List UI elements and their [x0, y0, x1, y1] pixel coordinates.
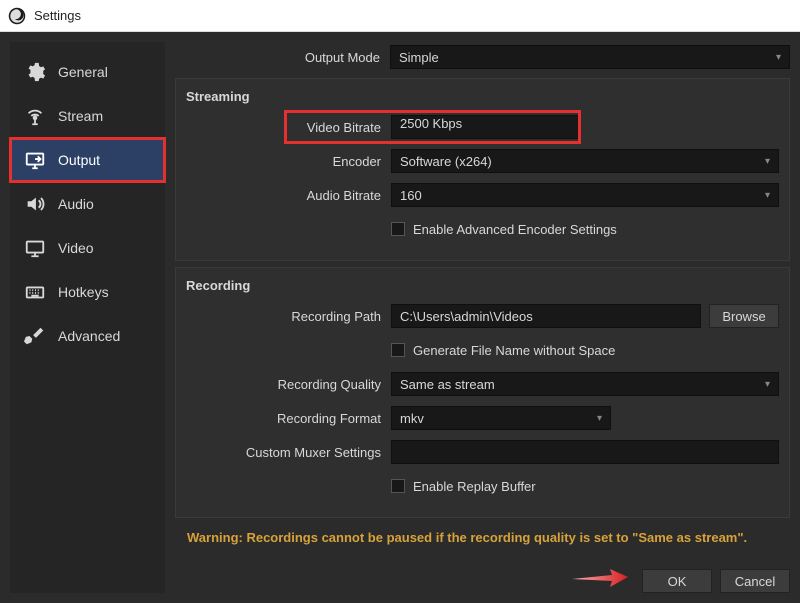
output-mode-value: Simple [399, 50, 439, 65]
warning-text: Warning: Recordings cannot be paused if … [175, 518, 790, 545]
sidebar-item-hotkeys[interactable]: Hotkeys [10, 270, 165, 314]
chevron-down-icon: ▾ [776, 52, 781, 63]
video-bitrate-input[interactable]: 2500 Kbps [391, 115, 579, 139]
main-panel: Output Mode Simple ▾ Streaming Video Bit… [175, 42, 790, 593]
sidebar-item-advanced[interactable]: Advanced [10, 314, 165, 358]
sidebar-item-label: Output [58, 152, 100, 168]
enable-advanced-label: Enable Advanced Encoder Settings [413, 222, 617, 237]
chevron-down-icon: ▾ [765, 379, 770, 390]
recording-path-row: Recording Path Browse [176, 301, 779, 331]
streaming-group: Streaming Video Bitrate 2500 Kbps Encode… [175, 78, 790, 261]
encoder-select[interactable]: Software (x264) ▾ [391, 149, 779, 173]
workspace: General Stream Output Audio Video [0, 32, 800, 603]
recording-format-label: Recording Format [176, 411, 391, 426]
antenna-icon [24, 105, 46, 127]
sidebar-item-label: General [58, 64, 108, 80]
sidebar-item-audio[interactable]: Audio [10, 182, 165, 226]
encoder-value: Software (x264) [400, 154, 492, 169]
monitor-icon [24, 237, 46, 259]
gen-filename-row: Generate File Name without Space [176, 335, 779, 365]
window-title: Settings [34, 8, 81, 23]
sidebar: General Stream Output Audio Video [10, 42, 165, 593]
audio-bitrate-row: Audio Bitrate 160 ▾ [176, 180, 779, 210]
chevron-down-icon: ▾ [765, 156, 770, 167]
sidebar-item-label: Audio [58, 196, 94, 212]
ok-button[interactable]: OK [642, 569, 712, 593]
muxer-input[interactable] [391, 440, 779, 464]
gen-filename-checkbox[interactable] [391, 343, 405, 357]
gear-icon [24, 61, 46, 83]
replay-checkbox[interactable] [391, 479, 405, 493]
chevron-down-icon: ▾ [765, 190, 770, 201]
recording-group: Recording Recording Path Browse Generat [175, 267, 790, 518]
tools-icon [24, 325, 46, 347]
encoder-row: Encoder Software (x264) ▾ [176, 146, 779, 176]
replay-label: Enable Replay Buffer [413, 479, 536, 494]
sidebar-item-output[interactable]: Output [10, 138, 165, 182]
sidebar-item-stream[interactable]: Stream [10, 94, 165, 138]
gen-filename-label: Generate File Name without Space [413, 343, 615, 358]
chevron-down-icon: ▾ [597, 413, 602, 424]
sidebar-item-label: Advanced [58, 328, 120, 344]
obs-app-icon [8, 7, 26, 25]
recording-format-row: Recording Format mkv ▾ [176, 403, 779, 433]
recording-path-label: Recording Path [176, 309, 391, 324]
video-bitrate-highlight: Video Bitrate 2500 Kbps [286, 112, 579, 142]
titlebar: Settings [0, 0, 800, 32]
output-mode-row: Output Mode Simple ▾ [175, 42, 790, 72]
sidebar-item-general[interactable]: General [10, 50, 165, 94]
audio-bitrate-select[interactable]: 160 ▾ [391, 183, 779, 207]
recording-path-input[interactable] [391, 304, 701, 328]
content: Output Mode Simple ▾ Streaming Video Bit… [175, 42, 790, 555]
video-bitrate-value: 2500 Kbps [400, 116, 462, 131]
recording-quality-row: Recording Quality Same as stream ▾ [176, 369, 779, 399]
output-mode-label: Output Mode [175, 50, 390, 65]
enable-advanced-row: Enable Advanced Encoder Settings [176, 214, 779, 244]
sidebar-item-label: Hotkeys [58, 284, 109, 300]
muxer-label: Custom Muxer Settings [176, 445, 391, 460]
footer: OK Cancel [175, 555, 790, 593]
sidebar-item-video[interactable]: Video [10, 226, 165, 270]
audio-bitrate-value: 160 [400, 188, 422, 203]
output-monitor-icon [24, 149, 46, 171]
audio-bitrate-label: Audio Bitrate [176, 188, 391, 203]
enable-advanced-checkbox[interactable] [391, 222, 405, 236]
speaker-icon [24, 193, 46, 215]
annotation-arrow-icon [570, 565, 630, 589]
keyboard-icon [24, 281, 46, 303]
video-bitrate-label: Video Bitrate [286, 120, 391, 135]
browse-button[interactable]: Browse [709, 304, 779, 328]
recording-format-select[interactable]: mkv ▾ [391, 406, 611, 430]
cancel-button[interactable]: Cancel [720, 569, 790, 593]
recording-quality-select[interactable]: Same as stream ▾ [391, 372, 779, 396]
recording-quality-label: Recording Quality [176, 377, 391, 392]
output-mode-select[interactable]: Simple ▾ [390, 45, 790, 69]
replay-row: Enable Replay Buffer [176, 471, 779, 501]
recording-quality-value: Same as stream [400, 377, 495, 392]
muxer-row: Custom Muxer Settings [176, 437, 779, 467]
sidebar-item-label: Video [58, 240, 94, 256]
sidebar-item-label: Stream [58, 108, 103, 124]
encoder-label: Encoder [176, 154, 391, 169]
streaming-title: Streaming [176, 87, 779, 112]
recording-format-value: mkv [400, 411, 424, 426]
recording-title: Recording [176, 276, 779, 301]
